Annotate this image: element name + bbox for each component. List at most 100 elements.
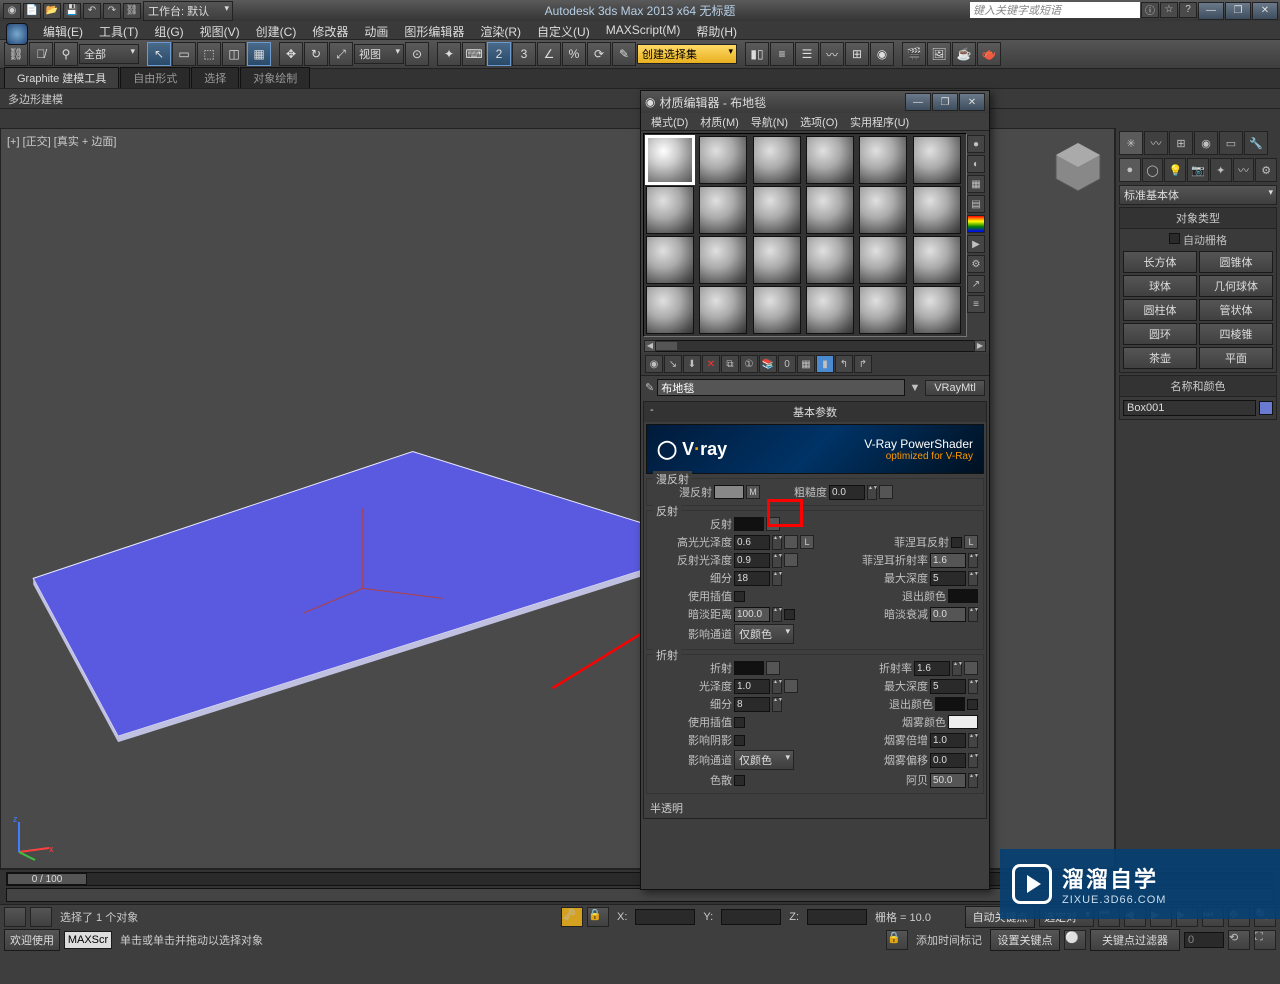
close-button[interactable]: ✕ (1252, 2, 1278, 20)
open-icon[interactable]: 📂 (43, 3, 61, 19)
move-tool-icon[interactable]: ✥ (279, 42, 303, 66)
show-end-result-icon[interactable]: ▮ (816, 355, 834, 373)
prim-cylinder[interactable]: 圆柱体 (1123, 299, 1197, 321)
snap-3d-icon[interactable]: 3 (512, 42, 536, 66)
options-icon[interactable]: ⚙ (967, 255, 985, 273)
redo-icon[interactable]: ↷ (103, 3, 121, 19)
make-copy-icon[interactable]: ⧉ (721, 355, 739, 373)
keyfilter-button[interactable]: 关键点过滤器 (1090, 929, 1180, 951)
pivot-icon[interactable]: ⊙ (405, 42, 429, 66)
menu-group[interactable]: 组(G) (146, 21, 191, 39)
maxdepth-spinner[interactable]: 5 (930, 571, 966, 586)
pick-icon[interactable]: ✎ (645, 381, 654, 394)
slot-10[interactable] (806, 186, 854, 234)
backlight-icon[interactable]: ◐ (967, 155, 985, 173)
video-check-icon[interactable] (967, 215, 985, 233)
rglossy-spinner[interactable]: 0.9 (734, 553, 770, 568)
editnamedsel-icon[interactable]: ✎ (612, 42, 636, 66)
workspace-dropdown[interactable]: 工作台: 默认 (143, 1, 233, 21)
cameras-icon[interactable]: 📷 (1187, 158, 1209, 182)
hierarchy-tab-icon[interactable]: ⊞ (1169, 131, 1193, 155)
slot-16[interactable] (806, 236, 854, 284)
exitcolor-swatch[interactable] (948, 589, 978, 603)
info-icon[interactable]: ⓘ (1141, 2, 1159, 18)
mat-maximize-button[interactable]: ❐ (932, 93, 958, 111)
mat-menu-nav[interactable]: 导航(N) (745, 113, 794, 130)
spacewarps-icon[interactable]: 〰 (1233, 158, 1255, 182)
exitcolor2-check[interactable] (967, 699, 978, 710)
select-region-icon[interactable]: ⬚ (197, 42, 221, 66)
sample-type-icon[interactable]: ● (967, 135, 985, 153)
matid-icon[interactable]: 0 (778, 355, 796, 373)
render-setup-icon[interactable]: 🎬 (902, 42, 926, 66)
new-icon[interactable]: 📄 (23, 3, 41, 19)
menu-tools[interactable]: 工具(T) (91, 21, 146, 39)
undo-icon[interactable]: ↶ (83, 3, 101, 19)
lights-icon[interactable]: 💡 (1164, 158, 1186, 182)
snap-2d-icon[interactable]: 2 (487, 42, 511, 66)
affect-dropdown[interactable]: 仅颜色 (734, 624, 794, 644)
diffuse-swatch[interactable] (714, 485, 744, 499)
rotate-tool-icon[interactable]: ↻ (304, 42, 328, 66)
viewcube[interactable] (1050, 137, 1106, 193)
category-dropdown[interactable]: 标准基本体 (1119, 185, 1277, 205)
mirror-icon[interactable]: ▮▯ (745, 42, 769, 66)
lock-icon[interactable]: 🔒 (587, 907, 609, 927)
autogrid-checkbox[interactable] (1169, 233, 1180, 244)
fogbias-spinner[interactable]: 0.0 (930, 753, 966, 768)
nav-orbit-icon[interactable]: ⟲ (1228, 930, 1250, 950)
tab-objectpaint[interactable]: 对象绘制 (240, 67, 310, 88)
fogcolor-swatch[interactable] (948, 715, 978, 729)
slot-24[interactable] (913, 286, 961, 334)
restore-button[interactable]: ❐ (1225, 2, 1251, 20)
manip-icon[interactable]: ✦ (437, 42, 461, 66)
slot-12[interactable] (913, 186, 961, 234)
scale-tool-icon[interactable]: ⤢ (329, 42, 353, 66)
addmarker-label[interactable]: 添加时间标记 (912, 932, 986, 948)
keymode-btn-icon[interactable]: ⚪ (1064, 930, 1086, 950)
slot-22[interactable] (806, 286, 854, 334)
sample-uv-icon[interactable]: ▤ (967, 195, 985, 213)
help-icon[interactable]: ? (1179, 2, 1197, 18)
slot-15[interactable] (753, 236, 801, 284)
select-tool-icon[interactable]: ↖ (147, 42, 171, 66)
select-by-mat-icon[interactable]: ↗ (967, 275, 985, 293)
prim-box[interactable]: 长方体 (1123, 251, 1197, 273)
slot-3[interactable] (753, 136, 801, 184)
menu-grapheditors[interactable]: 图形编辑器 (396, 21, 472, 39)
fresnel-ior-spinner[interactable]: 1.6 (930, 553, 966, 568)
render-icon[interactable]: ☕ (952, 42, 976, 66)
prim-sphere[interactable]: 球体 (1123, 275, 1197, 297)
shapes-icon[interactable]: ◯ (1142, 158, 1164, 182)
prim-plane[interactable]: 平面 (1199, 347, 1273, 369)
glossy-map[interactable] (784, 679, 798, 693)
maxdepth2-spinner[interactable]: 5 (930, 679, 966, 694)
slot-11[interactable] (859, 186, 907, 234)
menu-edit[interactable]: 编辑(E) (35, 21, 91, 39)
slot-9[interactable] (753, 186, 801, 234)
sb-toggle-icon[interactable] (4, 907, 26, 927)
link-icon[interactable]: ⛓ (123, 3, 141, 19)
roughness-map-button[interactable] (879, 485, 893, 499)
material-name-input[interactable] (657, 379, 905, 396)
schematic-icon[interactable]: ⊞ (845, 42, 869, 66)
prim-teapot[interactable]: 茶壶 (1123, 347, 1197, 369)
make-unique-icon[interactable]: ① (740, 355, 758, 373)
align-icon[interactable]: ≡ (770, 42, 794, 66)
motion-tab-icon[interactable]: ◉ (1194, 131, 1218, 155)
minimize-button[interactable]: — (1198, 2, 1224, 20)
save-icon[interactable]: 💾 (63, 3, 81, 19)
assign-to-sel-icon[interactable]: ⬇ (683, 355, 701, 373)
display-tab-icon[interactable]: ▭ (1219, 131, 1243, 155)
slot-5[interactable] (859, 136, 907, 184)
reset-map-icon[interactable]: ✕ (702, 355, 720, 373)
slot-14[interactable] (699, 236, 747, 284)
make-preview-icon[interactable]: ▶ (967, 235, 985, 253)
slot-19[interactable] (646, 286, 694, 334)
hilight-lock[interactable]: L (800, 535, 814, 549)
slot-7[interactable] (646, 186, 694, 234)
app-icon[interactable]: ◉ (3, 3, 21, 19)
dimdist-spinner[interactable]: 100.0 (734, 607, 770, 622)
comm-icon[interactable]: ☆ (1160, 2, 1178, 18)
material-editor-icon[interactable]: ◉ (870, 42, 894, 66)
